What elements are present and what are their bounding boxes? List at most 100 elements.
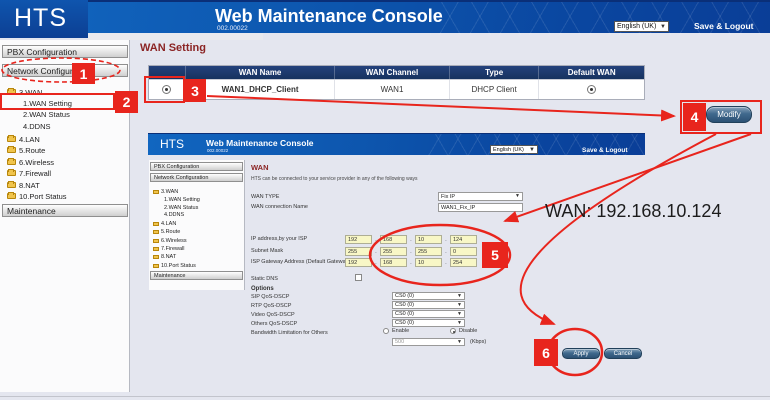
inset-item-firewall[interactable]: 7.Firewall [149, 245, 244, 252]
sidebar-section-pbx[interactable]: PBX Configuration [2, 45, 128, 58]
modify-button[interactable]: Modify [706, 106, 752, 123]
page-title: WAN Setting [140, 42, 206, 54]
folder-icon [153, 190, 159, 194]
sidebar-item-ddns[interactable]: 4.DDNS [0, 121, 128, 131]
sidebar-item-wan-setting[interactable]: 1.WAN Setting [0, 98, 128, 108]
app-header: Web Maintenance Console 002.00022 Englis… [0, 0, 770, 33]
inset-item-ddns[interactable]: 4.DDNS [149, 211, 244, 218]
static-dns-checkbox[interactable] [355, 274, 362, 281]
inset-item-wan-status[interactable]: 2.WAN Status [149, 204, 244, 211]
inset-section-network[interactable]: Network Configuration [150, 173, 243, 182]
inset-item-nat[interactable]: 8.NAT [149, 253, 244, 260]
sidebar-item-firewall[interactable]: 7.Firewall [0, 168, 128, 178]
sidebar-item-nat[interactable]: 8.NAT [0, 180, 128, 190]
rtp-qos-select[interactable]: CS0 (0) ▼ [392, 301, 465, 309]
enable-radio[interactable] [383, 328, 389, 334]
step-marker-6: 6 [534, 339, 558, 366]
mask-label: Subnet Mask [251, 248, 283, 254]
inset-save-logout-link[interactable]: Save & Logout [582, 147, 628, 154]
inset-item-lan[interactable]: 4.LAN [149, 220, 244, 227]
folder-icon [7, 159, 16, 165]
bandwidth-value-select[interactable]: 500 ▼ [392, 338, 465, 346]
wan-name-input[interactable]: WAN1_Fix_IP [438, 203, 523, 212]
inset-language-select[interactable]: English (UK) ▼ [490, 145, 538, 154]
options-title: Options [251, 286, 274, 292]
ip-label: IP address,by your ISP [251, 236, 307, 242]
cancel-button[interactable]: Cancel [604, 348, 642, 359]
sidebar-item-wan-status[interactable]: 2.WAN Status [0, 109, 128, 119]
sidebar-item-lan[interactable]: 4.LAN [0, 134, 128, 144]
gateway-octet-input[interactable]: 168 [380, 258, 407, 267]
step-marker-3: 3 [184, 79, 206, 102]
wan-table: WAN Name WAN Channel Type Default WAN WA… [148, 65, 645, 100]
wan-type-label: WAN TYPE [251, 194, 279, 200]
inset-item-port-status[interactable]: 10.Port Status [149, 262, 244, 269]
folder-icon [153, 247, 159, 251]
chevron-down-icon: ▼ [457, 303, 462, 308]
app-title: Web Maintenance Console [215, 6, 443, 27]
folder-icon [153, 239, 159, 243]
default-wan-radio[interactable] [587, 85, 596, 94]
rtp-qos-label: RTP QoS-DSCP [251, 303, 291, 309]
table-header-row: WAN Name WAN Channel Type Default WAN [149, 66, 644, 79]
sidebar-item-route[interactable]: 5.Route [0, 145, 128, 155]
inset-section-maintenance[interactable]: Maintenance [150, 271, 243, 280]
inset-item-wan[interactable]: 3.WAN [149, 188, 244, 195]
inset-item-route[interactable]: 5.Route [149, 228, 244, 235]
bandwidth-enable-option[interactable]: Enable [383, 328, 409, 334]
video-qos-label: Video QoS-DSCP [251, 312, 295, 318]
mask-octet-input[interactable]: 255 [345, 247, 372, 256]
gateway-octet-input[interactable]: 10 [415, 258, 442, 267]
gateway-octet-input[interactable]: 254 [450, 258, 477, 267]
language-select[interactable]: English (UK) ▼ [614, 21, 669, 32]
mask-octet-input[interactable]: 255 [415, 247, 442, 256]
apply-button[interactable]: Apply [562, 348, 600, 359]
chevron-down-icon: ▼ [660, 24, 666, 30]
inset-app-version: 002.00022 [207, 148, 228, 153]
row-select-radio[interactable] [162, 85, 171, 94]
folder-icon [7, 136, 16, 142]
save-logout-link[interactable]: Save & Logout [694, 21, 754, 31]
inset-item-wan-setting[interactable]: 1.WAN Setting [149, 196, 244, 203]
sidebar-item-wireless[interactable]: 6.Wireless [0, 157, 128, 167]
chevron-down-icon: ▼ [457, 340, 462, 345]
mask-octet-input[interactable]: 255 [380, 247, 407, 256]
mask-octet-input[interactable]: 0 [450, 247, 477, 256]
ip-octet-input[interactable]: 10 [415, 235, 442, 244]
ip-octet-input[interactable]: 192 [345, 235, 372, 244]
inset-brand-logo: HTS [160, 137, 184, 151]
inset-description: HTS can be connected to your service pro… [251, 176, 417, 182]
app-version: 002.00022 [217, 25, 248, 32]
static-dns-label: Static DNS [251, 276, 278, 282]
bandwidth-disable-option[interactable]: Disable [450, 328, 477, 334]
table-row: WAN1_DHCP_Client WAN1 DHCP Client [149, 79, 644, 99]
wan-type-select[interactable]: Fix IP ▼ [438, 192, 523, 201]
ip-octet-input[interactable]: 124 [450, 235, 477, 244]
gateway-octet-input[interactable]: 192 [345, 258, 372, 267]
page-bottom-border [0, 396, 770, 397]
folder-icon [7, 182, 16, 188]
col-default-wan: Default WAN [539, 66, 644, 79]
folder-icon [7, 170, 16, 176]
chevron-down-icon: ▼ [529, 147, 535, 153]
ip-octet-input[interactable]: 168 [380, 235, 407, 244]
ip-address-row: 192.168.10.124 [345, 235, 477, 244]
video-qos-select[interactable]: CS0 (0) ▼ [392, 310, 465, 318]
inset-item-wireless[interactable]: 6.Wireless [149, 237, 244, 244]
disable-radio[interactable] [450, 328, 456, 334]
sip-qos-select[interactable]: CS0 (0) ▼ [392, 292, 465, 300]
inset-section-pbx[interactable]: PBX Configuration [150, 162, 243, 171]
folder-icon [7, 89, 16, 95]
chevron-down-icon: ▼ [457, 312, 462, 317]
sidebar-item-wan[interactable]: 3.WAN [0, 87, 128, 97]
folder-icon [7, 147, 16, 153]
inset-sidebar: PBX Configuration Network Configuration … [149, 160, 245, 290]
sidebar-section-network[interactable]: Network Configuration [2, 64, 128, 77]
others-qos-select[interactable]: CS0 (0) ▼ [392, 319, 465, 327]
chevron-down-icon: ▼ [457, 321, 462, 326]
inset-page-title: WAN [251, 163, 269, 172]
sidebar-section-maintenance[interactable]: Maintenance [2, 204, 128, 217]
sidebar-item-port-status[interactable]: 10.Port Status [0, 191, 128, 201]
logo-tab: HTS [0, 0, 88, 38]
sidebar: PBX Configuration Network Configuration … [0, 40, 130, 392]
